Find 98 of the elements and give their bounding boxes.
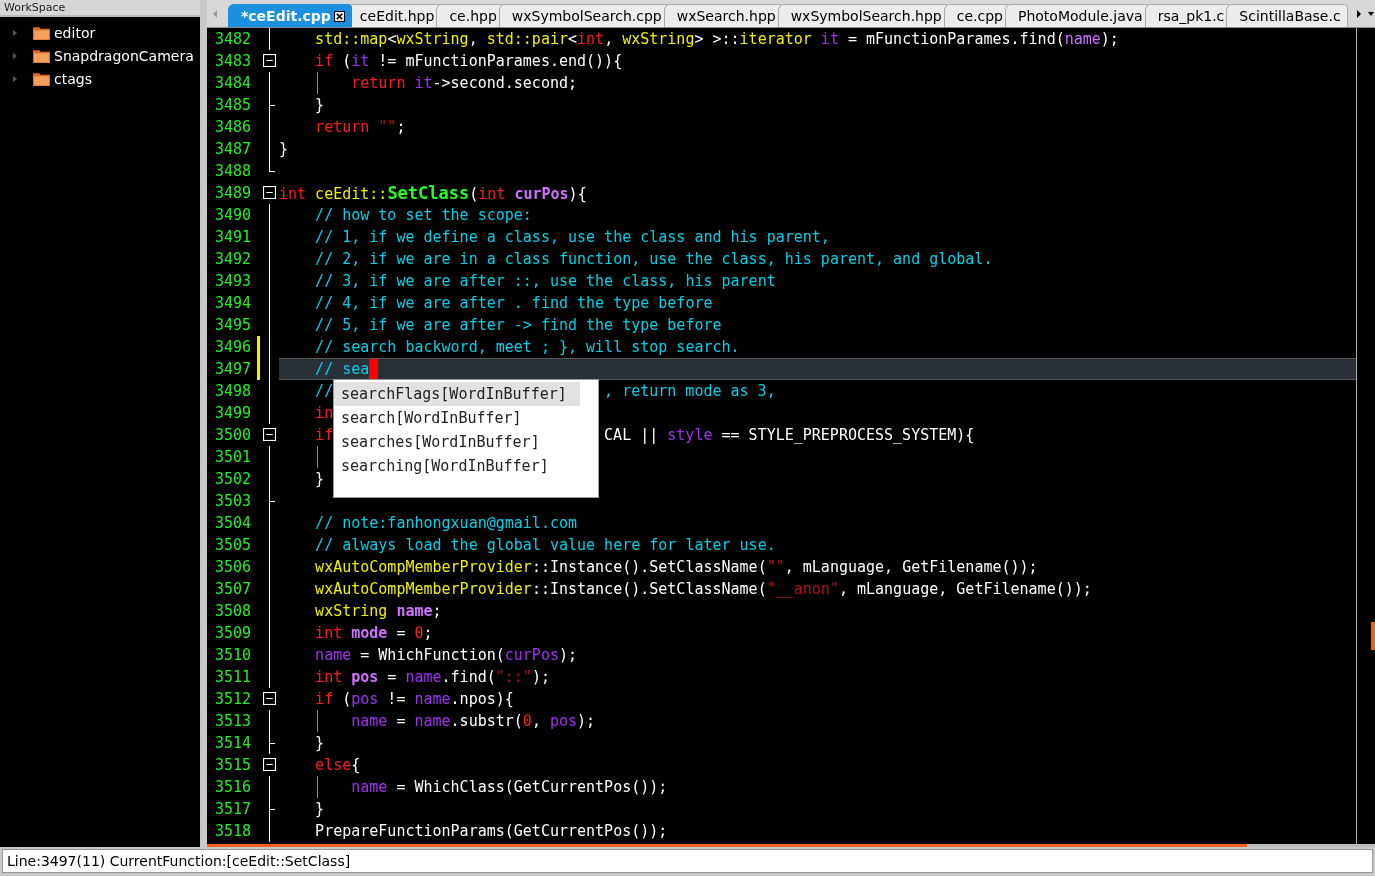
- tree-item[interactable]: ctags: [0, 67, 200, 90]
- code-line: if: [314, 426, 334, 444]
- line-number: 3487: [214, 139, 253, 160]
- expand-arrow-icon[interactable]: [11, 74, 19, 83]
- code-line: // note:fanhongxuan@gmail.com: [314, 514, 577, 532]
- code-line: }: [279, 140, 289, 158]
- code-line: return "";: [314, 118, 406, 136]
- line-number: 3508: [214, 601, 253, 622]
- code-line: int ceEdit::SetClass(int curPos){: [279, 185, 587, 203]
- fold-icon[interactable]: [263, 692, 276, 705]
- line-number: 3485: [214, 95, 253, 116]
- expand-arrow-icon[interactable]: [11, 51, 19, 60]
- code-line: // 1, if we define a class, use the class and his parent,: [314, 228, 830, 246]
- scrollbar[interactable]: [1356, 28, 1375, 844]
- line-number: 3495: [214, 315, 253, 336]
- folder-icon: [33, 48, 50, 63]
- code-line: int mode = 0;: [314, 624, 433, 642]
- code-line: CAL || style == STYLE_PREPROCESS_SYSTEM){: [604, 425, 975, 446]
- folder-icon: [33, 25, 50, 40]
- code-line: std::map<wxString, std::pair<int, wxString> >::iterator it = mFunctionParames.find(name);: [314, 30, 1119, 48]
- code-line: wxAutoCompMemberProvider::Instance().SetClassName("__anon", mLanguage, GetFilename());: [314, 580, 1092, 598]
- code-line: wxAutoCompMemberProvider::Instance().SetClassName("", mLanguage, GetFilename());: [314, 558, 1038, 576]
- line-number: 3518: [214, 821, 253, 842]
- line-number: 3512: [214, 689, 253, 710]
- line-number: 3483: [214, 51, 253, 72]
- code-line: name = WhichFunction(curPos);: [314, 646, 578, 664]
- line-number: 3509: [214, 623, 253, 644]
- code-line: // 3, if we are after ::, use the class, his parent: [314, 272, 776, 290]
- line-number: 3513: [214, 711, 253, 732]
- line-number: 3493: [214, 271, 253, 292]
- line-number: 3504: [214, 513, 253, 534]
- line-number: 3505: [214, 535, 253, 556]
- line-number: 3516: [214, 777, 253, 798]
- line-number: 3484: [214, 73, 253, 94]
- code-line: if (it != mFunctionParames.end()){: [314, 52, 623, 70]
- line-number: 3500: [214, 425, 253, 446]
- code-line: PrepareFunctionParams(GetCurrentPos());: [314, 822, 668, 840]
- tab[interactable]: ScintillaBase.c: [1226, 4, 1348, 27]
- code-line: // 5, if we are after -> find the type before: [314, 316, 722, 334]
- line-number: 3514: [214, 733, 253, 754]
- code-line: , return mode as 3,: [604, 381, 776, 402]
- status-text: Line:3497(11) CurrentFunction:[ceEdit::SetClass]: [2, 849, 1373, 873]
- line-number: 3507: [214, 579, 253, 600]
- expand-arrow-icon[interactable]: [11, 28, 19, 37]
- line-number: 3511: [214, 667, 253, 688]
- code-line: // 2, if we are in a class function, use the class, his parent, and global.: [314, 250, 993, 268]
- suggestion-item[interactable]: searching[WordInBuffer]: [334, 454, 580, 478]
- suggestion-item[interactable]: search[WordInBuffer]: [334, 406, 580, 430]
- line-number: 3498: [214, 381, 253, 402]
- line-number: 3501: [214, 447, 253, 468]
- code-line: else{: [314, 756, 361, 774]
- line-number: 3503: [214, 491, 253, 512]
- line-number: 3517: [214, 799, 253, 820]
- line-number: 3497: [214, 359, 253, 380]
- panel-title: WorkSpace: [0, 0, 200, 17]
- fold-icon[interactable]: [263, 186, 276, 199]
- line-number: 3506: [214, 557, 253, 578]
- suggestion-item[interactable]: searchFlags[WordInBuffer]: [334, 382, 580, 406]
- code-line: int pos = name.find("::");: [314, 668, 550, 686]
- code-line: // sea: [314, 360, 370, 378]
- scroll-right-icon[interactable]: [1355, 8, 1363, 19]
- code-line: // always load the global value here for later use.: [314, 536, 776, 554]
- line-number: 3490: [214, 205, 253, 226]
- code-line: // search backword, meet ; }, will stop search.: [314, 338, 740, 356]
- line-number: 3492: [214, 249, 253, 270]
- code-line: }: [314, 800, 325, 818]
- line-number: 3502: [214, 469, 253, 490]
- line-number: 3488: [214, 161, 253, 182]
- line-number: 3491: [214, 227, 253, 248]
- line-number: 3515: [214, 755, 253, 776]
- text-cursor: [369, 359, 379, 379]
- code-line: name = WhichClass(GetCurrentPos());: [350, 778, 668, 796]
- line-number: 3496: [214, 337, 253, 358]
- code-line: }: [314, 470, 325, 488]
- code-line: name = name.substr(0, pos);: [350, 712, 596, 730]
- code-line: }: [314, 96, 325, 114]
- code-line: in: [314, 404, 334, 422]
- code-line: //: [314, 382, 334, 400]
- code-line: wxString name;: [314, 602, 442, 620]
- line-number: 3510: [214, 645, 253, 666]
- suggestion-item[interactable]: searches[WordInBuffer]: [334, 430, 580, 454]
- code-line: }: [314, 734, 325, 752]
- code-line: if (pos != name.npos){: [314, 690, 514, 708]
- line-number: 3486: [214, 117, 253, 138]
- line-number: 3499: [214, 403, 253, 424]
- close-icon[interactable]: [333, 10, 345, 22]
- line-number: 3494: [214, 293, 253, 314]
- code-line: return it->second.second;: [350, 74, 578, 92]
- fold-icon[interactable]: [263, 758, 276, 771]
- tree-item[interactable]: SnapdragonCamera: [0, 44, 200, 67]
- fold-icon[interactable]: [263, 54, 276, 67]
- line-number: 3482: [214, 29, 253, 50]
- code-line: // how to set the scope:: [314, 206, 532, 224]
- tree-item[interactable]: editor: [0, 21, 200, 44]
- line-number: 3489: [214, 183, 253, 204]
- fold-icon[interactable]: [263, 428, 276, 441]
- code-line: // 4, if we are after . find the type before: [314, 294, 713, 312]
- folder-icon: [33, 71, 50, 86]
